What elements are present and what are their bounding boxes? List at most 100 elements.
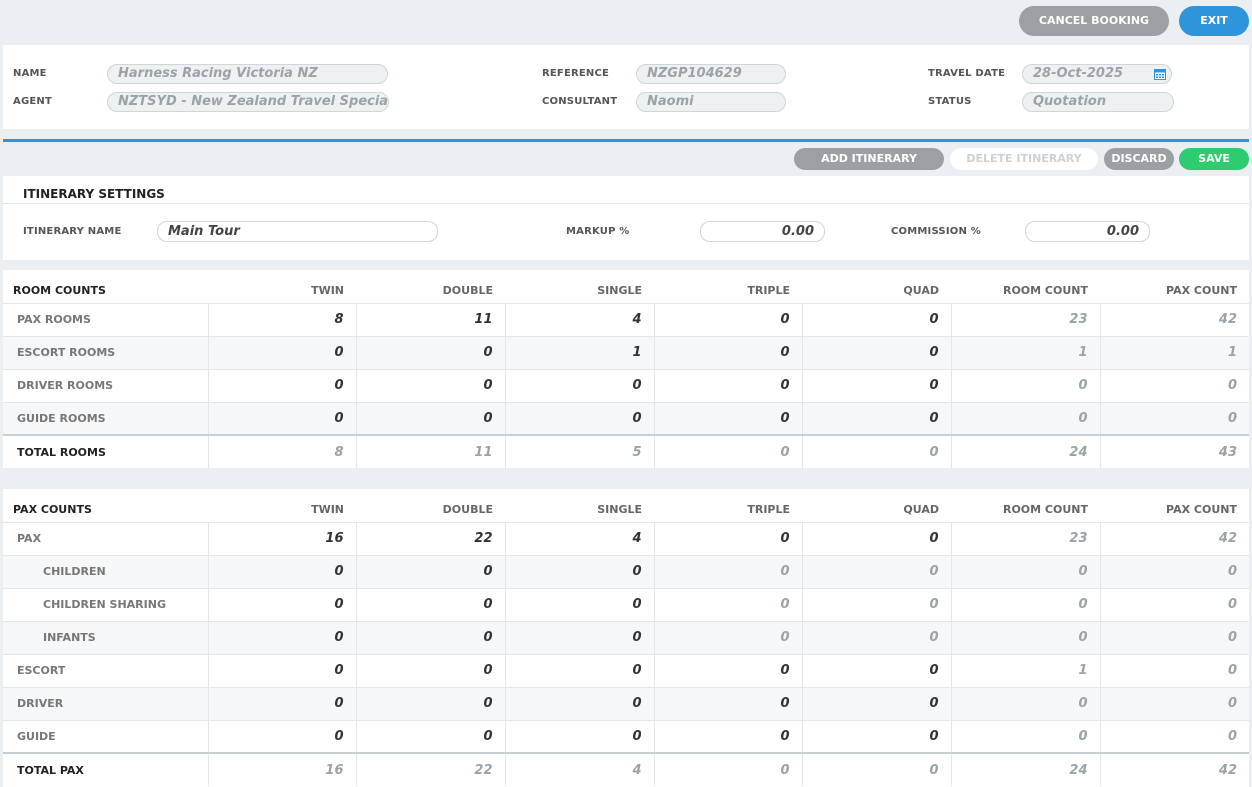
- cell-input[interactable]: 22: [355, 521, 505, 555]
- cell-input[interactable]: 0: [207, 368, 356, 402]
- cell-value: 11: [355, 434, 505, 468]
- cell-input[interactable]: 11: [355, 302, 505, 336]
- col-header-single: SINGLE: [597, 283, 642, 297]
- cell-value: 0: [950, 719, 1100, 753]
- cell-input[interactable]: 0: [653, 302, 802, 336]
- cell-input[interactable]: 0: [653, 401, 802, 435]
- cell-input[interactable]: 0: [355, 554, 505, 588]
- cell-input[interactable]: 0: [207, 653, 356, 687]
- row-label: DRIVER: [3, 686, 208, 720]
- cell-input[interactable]: 0: [653, 335, 802, 369]
- delete-itinerary-button[interactable]: DELETE ITINERARY: [950, 148, 1098, 170]
- cell-value: 5: [504, 434, 654, 468]
- cell-input[interactable]: 0: [355, 620, 505, 654]
- cell-input[interactable]: 4: [504, 521, 654, 555]
- status-field[interactable]: Quotation: [1022, 92, 1174, 112]
- cell-input[interactable]: 0: [504, 653, 654, 687]
- cell-input[interactable]: 0: [504, 686, 654, 720]
- cell-input[interactable]: 0: [801, 653, 951, 687]
- row-label: INFANTS: [3, 620, 208, 654]
- calendar-icon[interactable]: [1154, 68, 1166, 80]
- row-label: ESCORT ROOMS: [3, 335, 208, 369]
- cell-input[interactable]: 0: [207, 401, 356, 435]
- agent-label: AGENT: [13, 96, 52, 107]
- cell-value: 0: [950, 368, 1100, 402]
- cell-input[interactable]: 8: [207, 302, 356, 336]
- cell-value: 0: [801, 587, 951, 621]
- cell-value: 43: [1099, 434, 1249, 468]
- itinerary-name-input[interactable]: Main Tour: [157, 221, 438, 242]
- cell-value: 4: [504, 752, 654, 786]
- col-header-double: DOUBLE: [442, 502, 493, 516]
- cell-value: 0: [1099, 653, 1249, 687]
- cell-input[interactable]: 0: [207, 335, 356, 369]
- cell-input[interactable]: 0: [355, 686, 505, 720]
- cell-input[interactable]: 0: [207, 686, 356, 720]
- col-header-room-count: ROOM COUNT: [1002, 283, 1088, 297]
- cell-input[interactable]: 0: [207, 587, 356, 621]
- cell-input[interactable]: 0: [504, 401, 654, 435]
- cell-input[interactable]: 0: [355, 653, 505, 687]
- cell-input[interactable]: 0: [801, 719, 951, 753]
- cell-input[interactable]: 16: [207, 521, 356, 555]
- name-field[interactable]: Harness Racing Victoria NZ: [107, 64, 388, 84]
- reference-field[interactable]: NZGP104629: [636, 64, 786, 84]
- cell-value: 0: [1099, 368, 1249, 402]
- cell-value: 0: [801, 620, 951, 654]
- cell-input[interactable]: 0: [801, 401, 951, 435]
- booking-header-panel: NAME Harness Racing Victoria NZ AGENT NZ…: [3, 45, 1249, 129]
- markup-input[interactable]: 0.00: [700, 221, 825, 242]
- cell-input[interactable]: 0: [355, 368, 505, 402]
- discard-button[interactable]: DISCARD: [1104, 148, 1174, 170]
- markup-label: MARKUP %: [566, 226, 630, 237]
- cell-value: 24: [950, 434, 1100, 468]
- cell-value: 0: [950, 554, 1100, 588]
- commission-input[interactable]: 0.00: [1025, 221, 1150, 242]
- settings-divider: [3, 203, 1249, 204]
- cell-input[interactable]: 0: [653, 521, 802, 555]
- room-counts-title: ROOM COUNTS: [13, 283, 106, 297]
- cell-input[interactable]: 1: [504, 335, 654, 369]
- row-label: TOTAL ROOMS: [3, 434, 208, 468]
- cell-input[interactable]: 0: [504, 620, 654, 654]
- cell-input[interactable]: 0: [355, 335, 505, 369]
- save-button[interactable]: SAVE: [1179, 148, 1249, 170]
- cell-value: 42: [1099, 521, 1249, 555]
- cell-input[interactable]: 0: [801, 521, 951, 555]
- cell-input[interactable]: 0: [504, 719, 654, 753]
- col-header-twin: TWIN: [311, 502, 344, 516]
- row-label: TOTAL PAX: [3, 752, 208, 786]
- cell-input[interactable]: 0: [207, 620, 356, 654]
- cell-value: 0: [653, 434, 802, 468]
- add-itinerary-button[interactable]: ADD ITINERARY: [794, 148, 944, 170]
- cancel-booking-button[interactable]: CANCEL BOOKING: [1019, 6, 1169, 36]
- cell-input[interactable]: 0: [653, 653, 802, 687]
- cell-input[interactable]: 0: [355, 401, 505, 435]
- cell-input[interactable]: 0: [504, 554, 654, 588]
- cell-input[interactable]: 0: [355, 587, 505, 621]
- cell-input[interactable]: 0: [355, 719, 505, 753]
- consultant-field[interactable]: Naomi: [636, 92, 786, 112]
- col-header-room-count: ROOM COUNT: [1002, 502, 1088, 516]
- cell-input[interactable]: 0: [207, 554, 356, 588]
- agent-field[interactable]: NZTSYD - New Zealand Travel Specialist: [107, 92, 389, 112]
- cell-input[interactable]: 0: [653, 368, 802, 402]
- cell-input[interactable]: 0: [801, 686, 951, 720]
- row-label: GUIDE ROOMS: [3, 401, 208, 435]
- cell-input[interactable]: 0: [504, 587, 654, 621]
- exit-button[interactable]: EXIT: [1179, 6, 1249, 36]
- cell-input[interactable]: 0: [801, 302, 951, 336]
- cell-value: 0: [950, 686, 1100, 720]
- cell-value: 0: [801, 434, 951, 468]
- cell-input[interactable]: 0: [653, 686, 802, 720]
- cell-input[interactable]: 4: [504, 302, 654, 336]
- cell-input[interactable]: 0: [207, 719, 356, 753]
- cell-input[interactable]: 0: [801, 335, 951, 369]
- cell-input[interactable]: 0: [801, 368, 951, 402]
- cell-value: 16: [207, 752, 356, 786]
- travel-date-field[interactable]: 28-Oct-2025: [1022, 64, 1172, 84]
- cell-value: 0: [1099, 401, 1249, 435]
- cell-value: 0: [653, 620, 802, 654]
- cell-input[interactable]: 0: [653, 719, 802, 753]
- cell-input[interactable]: 0: [504, 368, 654, 402]
